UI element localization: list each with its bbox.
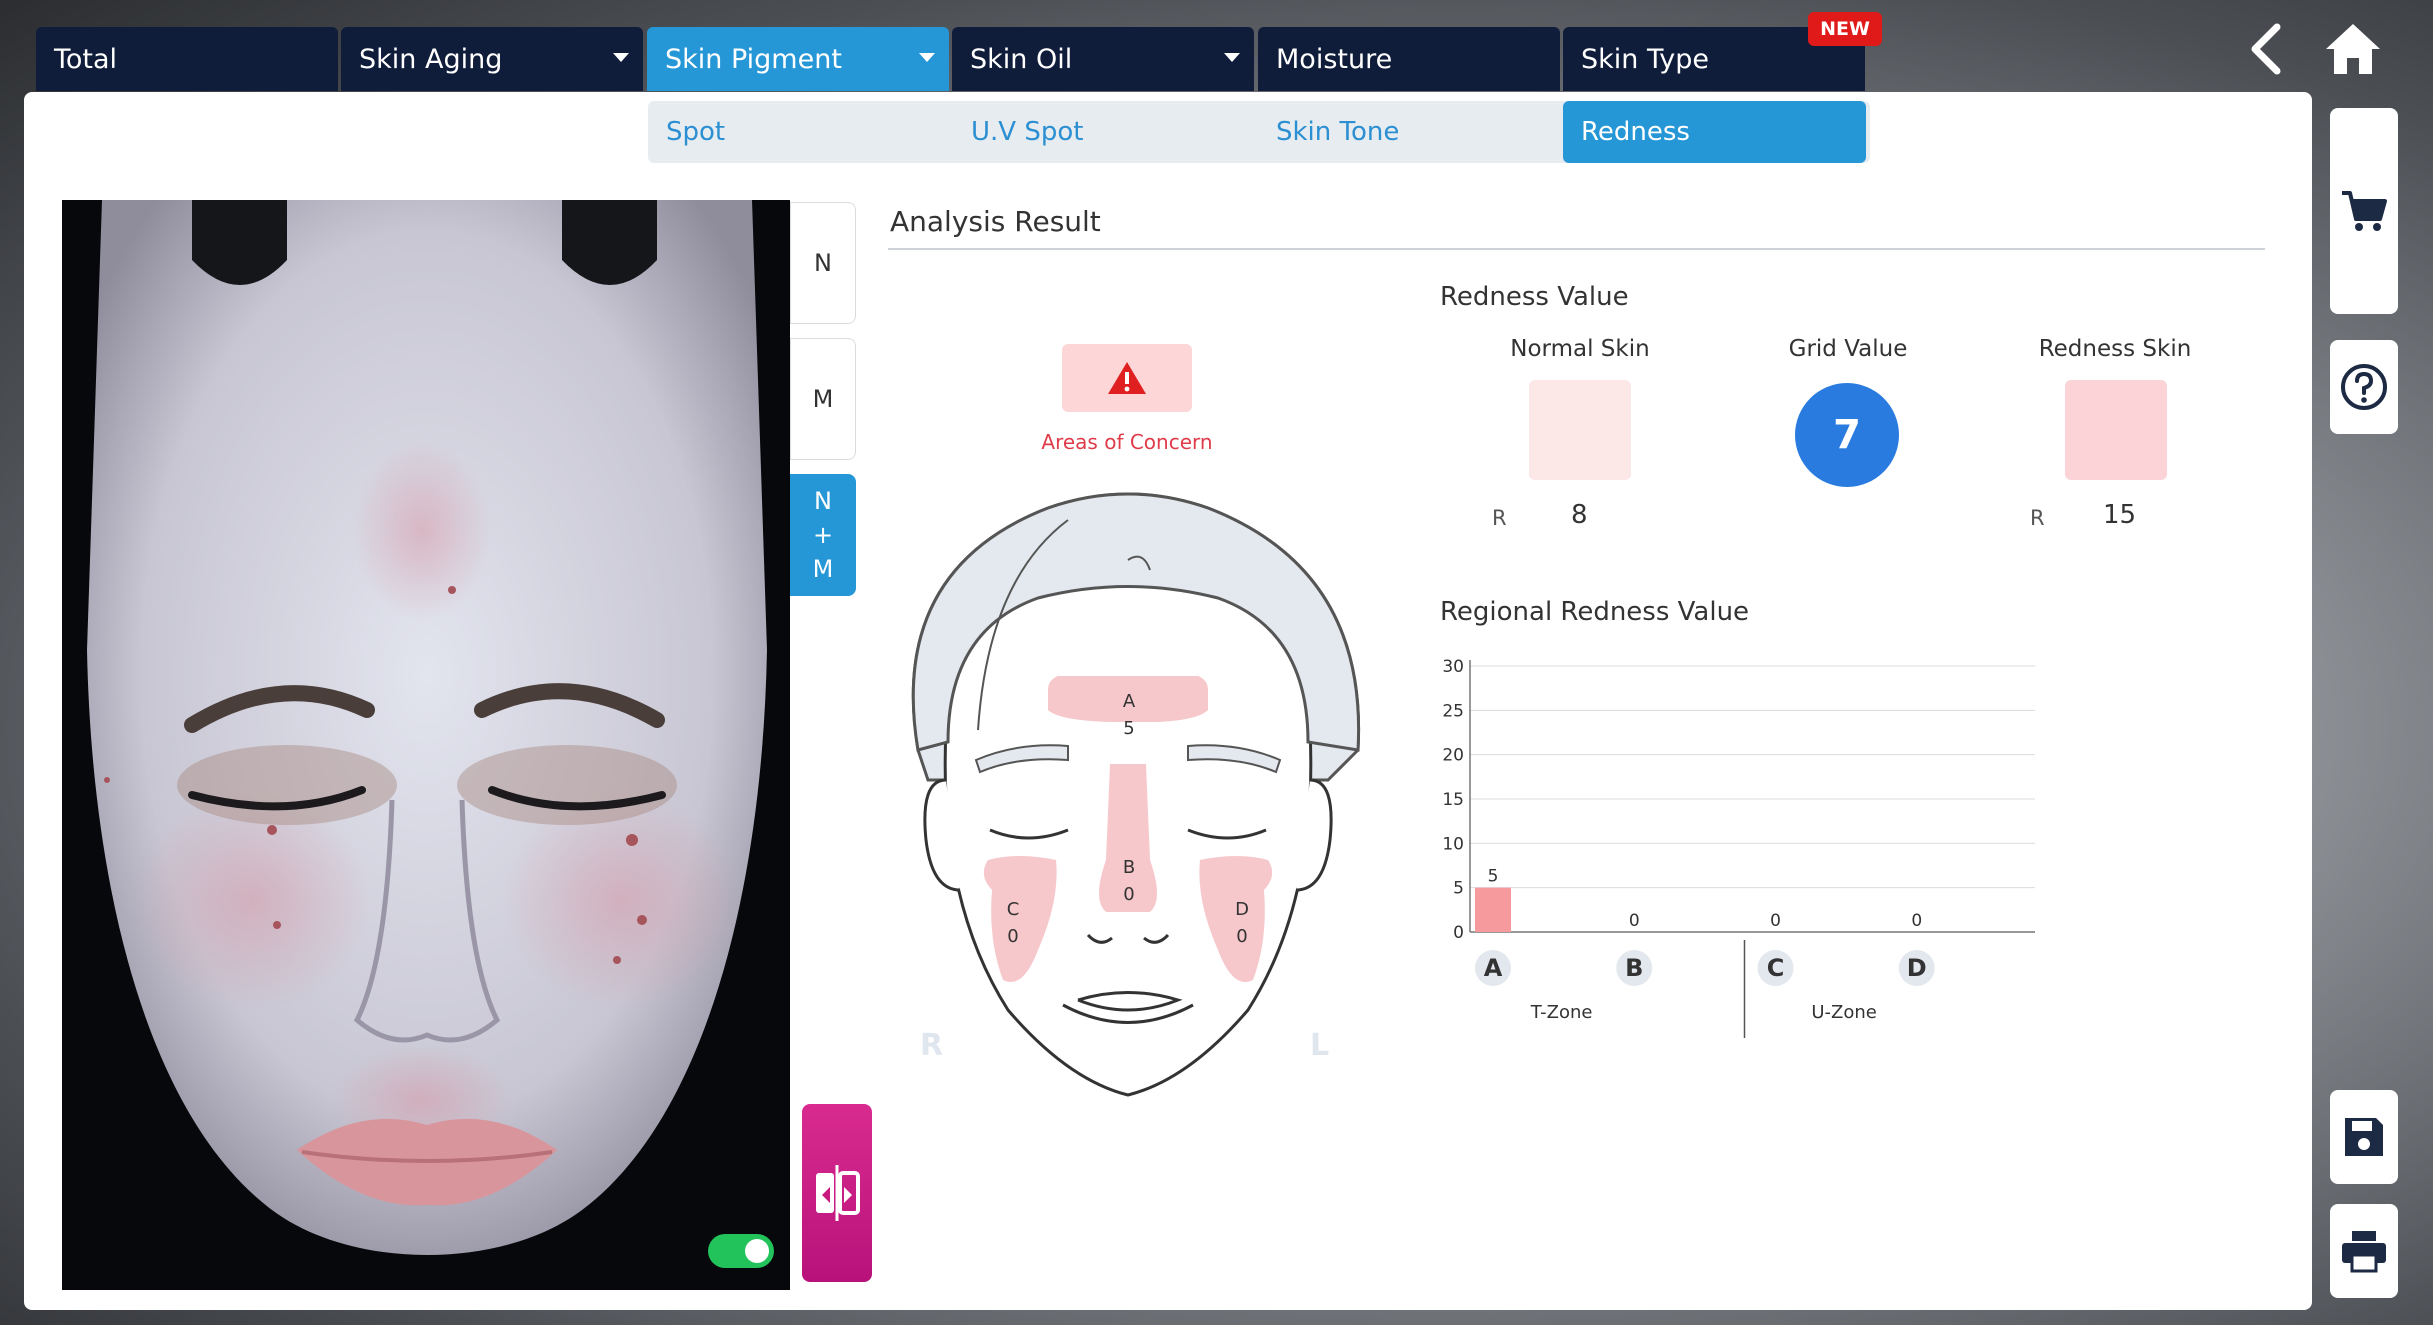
zone-a-label: A5 — [1114, 688, 1144, 742]
analysis-title: Analysis Result — [890, 205, 1101, 238]
normal-skin-swatch — [1529, 380, 1631, 480]
normal-skin-value: 8 — [1571, 500, 1588, 530]
subtab-label: Spot — [666, 117, 726, 147]
cart-button[interactable] — [2330, 108, 2398, 314]
bar-value-label: 5 — [1488, 867, 1499, 887]
subtab-label: U.V Spot — [971, 117, 1084, 147]
title-divider — [888, 248, 2265, 250]
x-tick-label: B — [1625, 954, 1643, 982]
zone-value: 0 — [1007, 926, 1019, 947]
tab-label: Skin Oil — [970, 43, 1073, 75]
mode-label: M — [812, 555, 834, 583]
help-button[interactable] — [2330, 340, 2398, 434]
tab-skin-aging[interactable]: Skin Aging — [341, 27, 643, 91]
side-right-label: R — [920, 1028, 944, 1063]
caret-down-icon — [919, 53, 935, 62]
mode-label: + — [812, 521, 834, 549]
print-button[interactable] — [2330, 1204, 2398, 1298]
regional-title: Regional Redness Value — [1440, 597, 1750, 627]
chevron-left-icon — [2251, 23, 2281, 75]
tab-label: Skin Type — [1581, 43, 1709, 75]
zone-c-label: C0 — [998, 896, 1028, 950]
x-tick-label: A — [1484, 954, 1503, 982]
bar-value-label: 0 — [1770, 911, 1781, 931]
concern-label: Areas of Concern — [1041, 430, 1213, 454]
compare-split-icon — [816, 1165, 860, 1221]
y-tick-label: 15 — [1442, 790, 1464, 810]
tab-total[interactable]: Total — [36, 27, 338, 91]
redness-skin-swatch — [2065, 380, 2167, 480]
face-image — [62, 200, 790, 1290]
redness-skin-prefix: R — [2030, 506, 2045, 530]
bar-a — [1475, 887, 1511, 932]
face-zone-diagram — [911, 492, 1361, 1097]
tab-moisture[interactable]: Moisture — [1258, 27, 1560, 91]
grid-value-badge: 7 — [1795, 383, 1899, 487]
tab-label: Skin Pigment — [665, 43, 842, 75]
mode-n-button[interactable]: N — [790, 202, 856, 324]
zone-value: 5 — [1123, 718, 1135, 739]
mode-label: M — [812, 385, 834, 413]
zone-letter: A — [1122, 691, 1136, 712]
regional-redness-chart: 0510152025305A0B0C0DT-Zone U-Zone — [1442, 657, 2035, 1038]
tab-skin-oil[interactable]: Skin Oil — [952, 27, 1254, 91]
overlay-toggle[interactable] — [708, 1234, 774, 1268]
x-tick-label: D — [1907, 954, 1927, 982]
zone-d-label: D0 — [1227, 896, 1257, 950]
subtab-label: Redness — [1581, 117, 1690, 147]
zone-value: 0 — [1236, 926, 1248, 947]
subtab-spot[interactable]: Spot — [648, 101, 951, 163]
zone-b-label: B0 — [1114, 854, 1144, 908]
zone-group-label: U-Zone — [1811, 1002, 1877, 1023]
subtab-redness[interactable]: Redness — [1563, 101, 1866, 163]
back-button[interactable] — [2232, 14, 2302, 84]
zone-letter: C — [1006, 899, 1020, 920]
mode-label: N — [814, 487, 832, 515]
side-left-label: L — [1310, 1028, 1330, 1063]
redness-skin-value: 15 — [2103, 500, 2137, 530]
save-button[interactable] — [2330, 1090, 2398, 1184]
grid-value-label: Grid Value — [1788, 336, 1908, 362]
face-photo[interactable] — [62, 200, 790, 1290]
zone-group-label: T-Zone — [1530, 1002, 1593, 1023]
tab-label: Skin Aging — [359, 43, 503, 75]
subtab-label: Skin Tone — [1276, 117, 1400, 147]
home-button[interactable] — [2318, 14, 2388, 84]
bar-value-label: 0 — [1629, 911, 1640, 931]
bar-value-label: 0 — [1911, 911, 1922, 931]
compare-button[interactable] — [802, 1104, 872, 1282]
new-badge: NEW — [1808, 12, 1882, 46]
caret-down-icon — [1224, 53, 1240, 62]
concern-badge — [1062, 344, 1192, 412]
x-tick-label: C — [1767, 954, 1785, 982]
y-tick-label: 0 — [1453, 923, 1464, 943]
normal-skin-label: Normal Skin — [1510, 336, 1650, 362]
caret-down-icon — [613, 53, 629, 62]
tab-label: Moisture — [1276, 43, 1393, 75]
zone-letter: B — [1122, 857, 1136, 878]
warning-icon — [1108, 362, 1146, 394]
help-icon — [2341, 364, 2387, 410]
normal-skin-prefix: R — [1492, 506, 1507, 530]
redness-skin-label: Redness Skin — [2038, 336, 2192, 362]
print-icon — [2342, 1231, 2386, 1273]
y-tick-label: 5 — [1453, 879, 1464, 899]
tab-label: Total — [54, 43, 118, 75]
home-icon — [2326, 24, 2380, 74]
y-tick-label: 30 — [1442, 657, 1464, 677]
y-tick-label: 10 — [1442, 834, 1464, 854]
redness-value-title: Redness Value — [1440, 282, 1629, 312]
mode-m-button[interactable]: M — [790, 338, 856, 460]
subtab-uv-spot[interactable]: U.V Spot — [953, 101, 1256, 163]
mode-label: N — [814, 249, 832, 277]
cart-icon — [2342, 191, 2387, 231]
zone-value: 0 — [1123, 884, 1135, 905]
y-tick-label: 20 — [1442, 746, 1464, 766]
save-icon — [2345, 1118, 2383, 1156]
subtab-skin-tone[interactable]: Skin Tone — [1258, 101, 1561, 163]
y-tick-label: 25 — [1442, 701, 1464, 721]
tab-skin-pigment[interactable]: Skin Pigment — [647, 27, 949, 91]
zone-letter: D — [1235, 899, 1249, 920]
mode-nm-button[interactable]: N + M — [790, 474, 856, 596]
